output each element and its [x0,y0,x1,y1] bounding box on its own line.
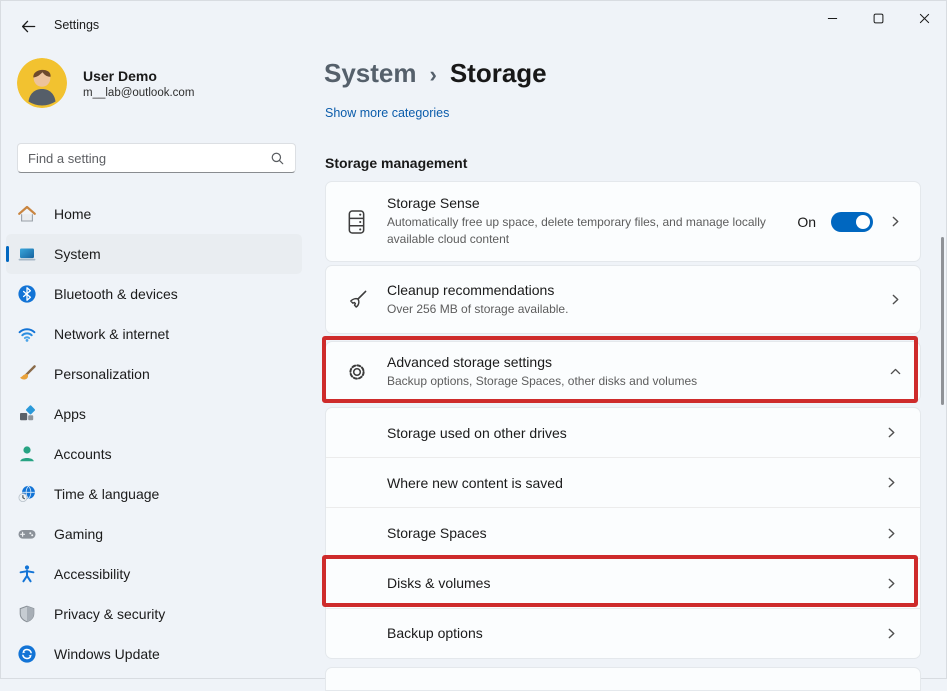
search-box [17,143,296,173]
main-content: System › Storage Show more categories St… [308,0,947,679]
sidebar-item-time-language[interactable]: Time & language [6,474,302,514]
subrow-label: Disks & volumes [387,575,490,591]
gear-icon [326,360,387,384]
sidebar-item-accessibility[interactable]: Accessibility [6,554,302,594]
storage-sense-icon [326,209,387,235]
toggle-state-label: On [797,214,816,230]
partial-next-card [325,667,921,691]
storage-sense-title: Storage Sense [387,195,797,211]
sidebar-item-label: Home [54,206,91,222]
sidebar-item-apps[interactable]: Apps [6,394,302,434]
vertical-scrollbar[interactable] [941,237,944,405]
avatar [17,58,67,108]
privacy-shield-icon [17,604,37,624]
personalization-brush-icon [17,364,37,384]
disks-volumes-row[interactable]: Disks & volumes [326,559,920,609]
sidebar-item-label: Accessibility [54,566,130,582]
sidebar-item-bluetooth-devices[interactable]: Bluetooth & devices [6,274,302,314]
subrow-label: Storage Spaces [387,525,487,541]
storage-sense-description: Automatically free up space, delete temp… [387,214,791,248]
sidebar-item-privacy-security[interactable]: Privacy & security [6,594,302,634]
bluetooth-icon [17,284,37,304]
sidebar: User Demo m__lab@outlook.com Home System [0,48,308,679]
back-button[interactable] [13,13,43,39]
section-title: Storage management [325,155,467,171]
cleanup-description: Over 256 MB of storage available. [387,301,791,318]
sidebar-item-label: Network & internet [54,326,169,342]
windows-update-icon [17,644,37,664]
time-language-icon [17,484,37,504]
sidebar-item-label: System [54,246,101,262]
breadcrumb: System › Storage [324,58,547,89]
window-title: Settings [54,18,99,32]
advanced-storage-title: Advanced storage settings [387,354,888,370]
cleanup-recommendations-row[interactable]: Cleanup recommendations Over 256 MB of s… [325,265,921,334]
cleanup-broom-icon [326,288,387,312]
sidebar-item-label: Time & language [54,486,159,502]
user-account[interactable]: User Demo m__lab@outlook.com [17,58,194,108]
toggle-knob [856,215,870,229]
user-email: m__lab@outlook.com [83,87,194,99]
subrow-label: Storage used on other drives [387,425,567,441]
home-icon [17,204,37,224]
chevron-right-icon [884,526,899,541]
sidebar-item-network-internet[interactable]: Network & internet [6,314,302,354]
chevron-right-icon [884,425,899,440]
chevron-right-icon [884,576,899,591]
sidebar-item-personalization[interactable]: Personalization [6,354,302,394]
sidebar-nav: Home System Bluetooth & devices Network … [6,194,302,674]
sidebar-item-label: Bluetooth & devices [54,286,178,302]
advanced-storage-settings-row[interactable]: Advanced storage settings Backup options… [325,341,921,402]
chevron-right-icon [884,475,899,490]
search-input[interactable] [28,151,270,166]
chevron-right-icon [884,626,899,641]
sidebar-item-label: Privacy & security [54,606,165,622]
advanced-storage-description: Backup options, Storage Spaces, other di… [387,373,791,390]
storage-sense-toggle[interactable] [831,212,873,232]
subrow-label: Where new content is saved [387,475,563,491]
storage-used-other-drives-row[interactable]: Storage used on other drives [326,408,920,458]
sidebar-item-home[interactable]: Home [6,194,302,234]
chevron-right-icon [888,292,903,307]
sidebar-item-label: Windows Update [54,646,160,662]
network-wifi-icon [17,324,37,344]
sidebar-item-label: Accounts [54,446,112,462]
storage-spaces-row[interactable]: Storage Spaces [326,508,920,558]
apps-icon [17,404,37,424]
cleanup-title: Cleanup recommendations [387,282,888,298]
sidebar-item-label: Apps [54,406,86,422]
search-icon [270,151,285,166]
chevron-right-icon [888,214,903,229]
show-more-categories-link[interactable]: Show more categories [325,106,449,120]
sidebar-item-accounts[interactable]: Accounts [6,434,302,474]
chevron-up-icon [888,364,903,379]
breadcrumb-system[interactable]: System [324,58,417,89]
storage-sense-row[interactable]: Storage Sense Automatically free up spac… [325,181,921,262]
gaming-gamepad-icon [17,524,37,544]
back-arrow-icon [20,18,37,35]
backup-options-row[interactable]: Backup options [326,609,920,658]
where-new-content-saved-row[interactable]: Where new content is saved [326,458,920,508]
system-icon [17,244,37,264]
sidebar-item-gaming[interactable]: Gaming [6,514,302,554]
user-name: User Demo [83,68,194,84]
sidebar-item-label: Gaming [54,526,103,542]
settings-window: { "window": { "title": "Settings" }, "us… [0,0,947,679]
sidebar-item-label: Personalization [54,366,150,382]
advanced-storage-subrows: Storage used on other drives Where new c… [325,407,921,659]
breadcrumb-separator-icon: › [430,60,437,88]
subrow-label: Backup options [387,625,483,641]
page-title: Storage [450,58,547,89]
sidebar-item-system[interactable]: System [6,234,302,274]
accessibility-person-icon [17,564,37,584]
accounts-person-icon [17,444,37,464]
sidebar-item-windows-update[interactable]: Windows Update [6,634,302,674]
